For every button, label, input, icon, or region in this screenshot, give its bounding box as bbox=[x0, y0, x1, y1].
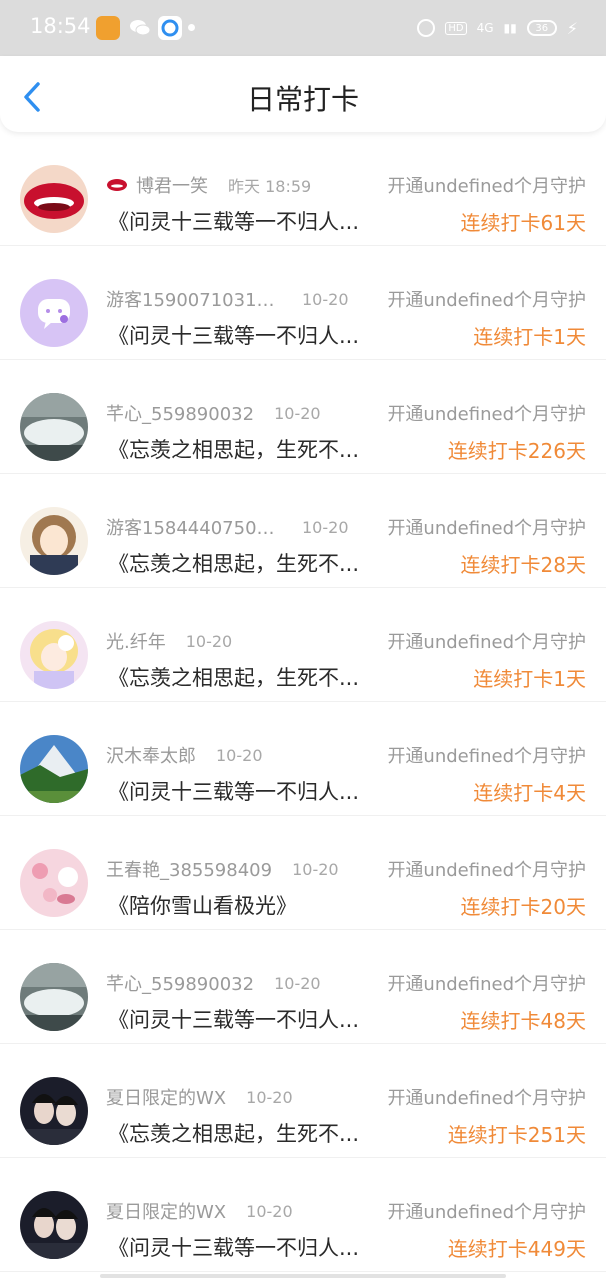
streak-count: 连续打卡449天 bbox=[447, 1237, 586, 1261]
user-meta: 游客15844407500... 10-20 bbox=[106, 514, 349, 540]
header: 日常打卡 bbox=[0, 56, 606, 132]
checkin-date: 10-20 bbox=[246, 1201, 293, 1221]
user-name[interactable]: 芊心_559890032 bbox=[106, 970, 254, 996]
streak-count: 连续打卡48天 bbox=[460, 1009, 586, 1033]
avatar[interactable] bbox=[20, 165, 88, 233]
user-meta: 王春艳_385598409 10-20 bbox=[106, 856, 339, 882]
guard-status: 开通undefined个月守护 bbox=[387, 518, 586, 539]
charging-icon: ⚡ bbox=[566, 18, 578, 38]
work-title[interactable]: 《问灵十三载等一不归人... bbox=[108, 320, 359, 350]
status-time: 18:54 bbox=[30, 14, 91, 38]
guard-status: 开通undefined个月守护 bbox=[387, 1088, 586, 1109]
list-item[interactable]: 游客15844407500... 10-20 开通undefined个月守护《忘羡之… bbox=[0, 474, 606, 588]
work-title[interactable]: 《忘羡之相思起，生死不... bbox=[108, 548, 359, 578]
user-meta: 夏日限定的WX 10-20 bbox=[106, 1084, 293, 1110]
status-bar: 18:54 HD 4G ▮▮ 36 ⚡ bbox=[0, 0, 606, 56]
avatar[interactable] bbox=[20, 279, 88, 347]
avatar[interactable] bbox=[20, 1191, 88, 1259]
guard-status: 开通undefined个月守护 bbox=[387, 860, 586, 881]
user-meta: 光.纤年 10-20 bbox=[106, 628, 232, 654]
streak-count: 连续打卡251天 bbox=[447, 1123, 586, 1147]
page-title: 日常打卡 bbox=[246, 83, 359, 116]
guard-status: 开通undefined个月守护 bbox=[387, 404, 586, 425]
list-item[interactable]: 光.纤年 10-20 开通undefined个月守护《忘羡之相思起，生死不... 连续… bbox=[0, 588, 606, 702]
streak-count: 连续打卡226天 bbox=[447, 439, 586, 463]
checkin-date: 10-20 bbox=[216, 745, 263, 765]
avatar[interactable] bbox=[20, 735, 88, 803]
work-title[interactable]: 《问灵十三载等一不归人... bbox=[108, 776, 359, 806]
user-meta: 博君一笑 昨天 18:59 bbox=[106, 172, 311, 198]
streak-count: 连续打卡61天 bbox=[460, 211, 586, 235]
checkin-date: 10-20 bbox=[274, 403, 321, 423]
streak-count: 连续打卡20天 bbox=[460, 895, 586, 919]
avatar[interactable] bbox=[20, 963, 88, 1031]
streak-count: 连续打卡1天 bbox=[473, 667, 586, 691]
list-item[interactable]: 王春艳_385598409 10-20 开通undefined个月守护《陪你雪山看极… bbox=[0, 816, 606, 930]
guard-status: 开通undefined个月守护 bbox=[387, 632, 586, 653]
signal-bars-icon: ▮▮ bbox=[503, 21, 517, 35]
list-item[interactable]: 芊心_559890032 10-20 开通undefined个月守护《问灵十三载等一… bbox=[0, 930, 606, 1044]
work-title[interactable]: 《问灵十三载等一不归人... bbox=[108, 1004, 359, 1034]
user-meta: 芊心_559890032 10-20 bbox=[106, 400, 321, 426]
user-name[interactable]: 夏日限定的WX bbox=[106, 1198, 226, 1224]
list-item[interactable]: 沢木奉太郎 10-20 开通undefined个月守护《问灵十三载等一不归人... 连… bbox=[0, 702, 606, 816]
work-title[interactable]: 《问灵十三载等一不归人... bbox=[108, 1232, 359, 1262]
work-title[interactable]: 《问灵十三载等一不归人... bbox=[108, 206, 359, 236]
weibo-icon bbox=[96, 16, 120, 40]
checkin-date: 10-20 bbox=[246, 1087, 293, 1107]
hd-icon: HD bbox=[445, 21, 467, 35]
list-item[interactable]: 游客15900710318... 10-20 开通undefined个月守护《问灵十… bbox=[0, 246, 606, 360]
guard-status: 开通undefined个月守护 bbox=[387, 176, 586, 197]
guard-status: 开通undefined个月守护 bbox=[387, 1202, 586, 1223]
avatar[interactable] bbox=[20, 507, 88, 575]
streak-count: 连续打卡28天 bbox=[460, 553, 586, 577]
checkin-date: 10-20 bbox=[302, 289, 349, 309]
checkin-date: 10-20 bbox=[185, 631, 233, 651]
list-item[interactable]: 芊心_559890032 10-20 开通undefined个月守护《忘羡之相思起，… bbox=[0, 360, 606, 474]
user-name[interactable]: 游客15900710318... bbox=[106, 286, 282, 312]
avatar[interactable] bbox=[20, 1077, 88, 1145]
list-item[interactable]: 夏日限定的WX 10-20 开通undefined个月守护《忘羡之相思起，生死不..… bbox=[0, 1044, 606, 1158]
work-title[interactable]: 《陪你雪山看极光》 bbox=[108, 890, 297, 920]
user-name[interactable]: 王春艳_385598409 bbox=[106, 856, 272, 882]
guard-status: 开通undefined个月守护 bbox=[387, 290, 586, 311]
avatar[interactable] bbox=[20, 621, 88, 689]
user-meta: 沢木奉太郎 10-20 bbox=[106, 742, 263, 768]
checkin-date: 10-20 bbox=[292, 859, 339, 879]
user-name[interactable]: 光.纤年 bbox=[106, 628, 166, 654]
checkin-date: 10-20 bbox=[302, 517, 349, 537]
signal-icon: 4G bbox=[476, 21, 494, 35]
streak-count: 连续打卡4天 bbox=[473, 781, 586, 805]
user-name[interactable]: 沢木奉太郎 bbox=[106, 742, 196, 768]
work-title[interactable]: 《忘羡之相思起，生死不... bbox=[108, 1118, 359, 1148]
streak-count: 连续打卡1天 bbox=[473, 325, 586, 349]
checkin-date: 10-20 bbox=[274, 973, 321, 993]
user-meta: 游客15900710318... 10-20 bbox=[106, 286, 349, 312]
avatar[interactable] bbox=[20, 849, 88, 917]
browser-icon bbox=[158, 16, 182, 40]
list-item[interactable]: 博君一笑 昨天 18:59 开通undefined个月守护《问灵十三载等一不归人..… bbox=[0, 132, 606, 246]
user-name[interactable]: 游客15844407500... bbox=[106, 514, 282, 540]
list-item[interactable]: 夏日限定的WX 10-20 开通undefined个月守护《问灵十三载等一不归人..… bbox=[0, 1158, 606, 1272]
battery-level: 36 bbox=[535, 22, 549, 34]
battery-icon: 36 bbox=[526, 20, 557, 36]
more-notifications-dot bbox=[188, 24, 195, 31]
user-name[interactable]: 芊心_559890032 bbox=[106, 400, 254, 426]
work-title[interactable]: 《忘羡之相思起，生死不... bbox=[108, 434, 359, 464]
checkin-date: 昨天 18:59 bbox=[228, 177, 312, 196]
guard-status: 开通undefined个月守护 bbox=[387, 746, 586, 767]
guard-status: 开通undefined个月守护 bbox=[387, 974, 586, 995]
user-name[interactable]: 夏日限定的WX bbox=[106, 1084, 226, 1110]
user-meta: 夏日限定的WX 10-20 bbox=[106, 1198, 293, 1224]
home-indicator bbox=[100, 1274, 506, 1278]
lips-badge-icon bbox=[107, 179, 127, 191]
checkin-list: 博君一笑 昨天 18:59 开通undefined个月守护 《问灵十三载等一不归人..… bbox=[0, 132, 606, 1272]
avatar[interactable] bbox=[20, 393, 88, 461]
user-meta: 芊心_559890032 10-20 bbox=[106, 970, 321, 996]
user-name[interactable]: 博君一笑 bbox=[136, 172, 208, 198]
work-title[interactable]: 《忘羡之相思起，生死不... bbox=[108, 662, 359, 692]
wechat-icon bbox=[128, 16, 152, 40]
alarm-icon bbox=[417, 19, 436, 37]
